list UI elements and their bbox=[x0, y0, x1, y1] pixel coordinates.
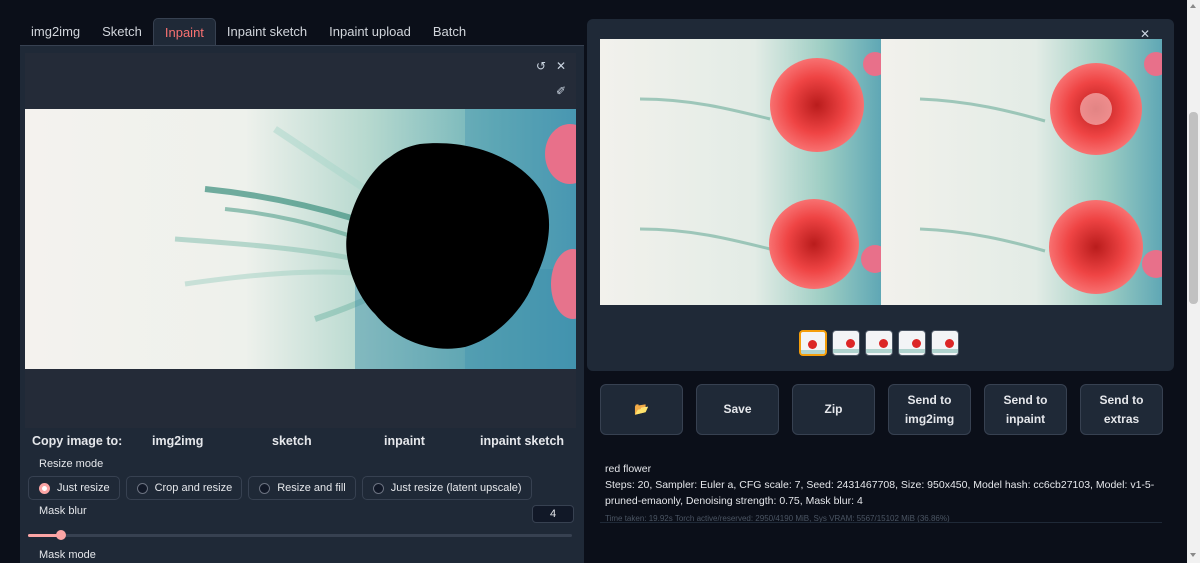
resize-mode-radio-group: Just resize Crop and resize Resize and f… bbox=[28, 476, 532, 500]
gallery-thumbnail[interactable] bbox=[931, 330, 959, 356]
thumb-splash bbox=[899, 349, 925, 353]
zip-button[interactable]: Zip bbox=[792, 384, 875, 435]
thumb-flower bbox=[808, 340, 817, 349]
resize-option-resize-and-fill[interactable]: Resize and fill bbox=[248, 476, 356, 500]
radio-label: Resize and fill bbox=[277, 482, 346, 494]
mask-blur-slider[interactable] bbox=[28, 530, 572, 540]
send-to-inpaint-button[interactable]: Send to inpaint bbox=[984, 384, 1067, 435]
thumb-flower bbox=[846, 339, 855, 348]
mask-blur-input[interactable]: 4 bbox=[532, 505, 574, 523]
resize-option-just-resize[interactable]: Just resize bbox=[28, 476, 120, 500]
params-text: Steps: 20, Sampler: Euler a, CFG scale: … bbox=[605, 479, 1155, 507]
prompt-text: red flower bbox=[605, 463, 652, 475]
gallery-thumbnail[interactable] bbox=[832, 330, 860, 356]
brush-icon[interactable]: ✐ bbox=[553, 83, 569, 99]
copy-image-label: Copy image to: bbox=[32, 434, 123, 448]
tab-inpaint-upload[interactable]: Inpaint upload bbox=[318, 18, 422, 46]
mask-blur-label: Mask blur bbox=[39, 505, 87, 517]
output-image-grid[interactable] bbox=[600, 39, 1162, 305]
gallery-thumbnail[interactable] bbox=[799, 330, 827, 356]
tab-inpaint-sketch[interactable]: Inpaint sketch bbox=[216, 18, 318, 46]
copy-to-sketch-button[interactable]: sketch bbox=[272, 434, 312, 448]
inpaint-canvas[interactable]: ↺ ✕ ✐ bbox=[25, 53, 576, 428]
gallery-thumbnail[interactable] bbox=[865, 330, 893, 356]
scroll-down-icon[interactable] bbox=[1190, 553, 1196, 557]
thumb-flower bbox=[945, 339, 954, 348]
radio-selected-icon bbox=[39, 482, 50, 494]
divider bbox=[600, 522, 1162, 523]
resize-option-crop-and-resize[interactable]: Crop and resize bbox=[125, 476, 243, 500]
scrollbar-thumb[interactable] bbox=[1189, 112, 1198, 304]
source-image-with-mask[interactable] bbox=[25, 109, 576, 369]
generation-info: red flower Steps: 20, Sampler: Euler a, … bbox=[605, 461, 1165, 527]
page-scrollbar[interactable] bbox=[1187, 0, 1200, 563]
gallery-thumbnail[interactable] bbox=[898, 330, 926, 356]
thumb-flower bbox=[912, 339, 921, 348]
radio-label: Just resize bbox=[57, 482, 110, 494]
copy-to-inpaint-sketch-button[interactable]: inpaint sketch bbox=[480, 434, 564, 448]
save-button[interactable]: Save bbox=[696, 384, 779, 435]
radio-label: Just resize (latent upscale) bbox=[390, 482, 522, 494]
send-to-extras-button[interactable]: Send to extras bbox=[1080, 384, 1163, 435]
output-actions: 📂 Save Zip Send to img2img Send to inpai… bbox=[600, 384, 1163, 435]
tab-inpaint[interactable]: Inpaint bbox=[152, 18, 216, 46]
inpaint-panel: ↺ ✕ ✐ Copy image to: img2img sketch inpa… bbox=[20, 45, 584, 563]
undo-icon[interactable]: ↺ bbox=[533, 58, 549, 74]
timing-text: Time taken: 19.92s Torch active/reserved… bbox=[605, 514, 950, 523]
copy-to-inpaint-button[interactable]: inpaint bbox=[384, 434, 425, 448]
tab-bar: img2img Sketch Inpaint Inpaint sketch In… bbox=[20, 18, 477, 46]
copy-to-img2img-button[interactable]: img2img bbox=[152, 434, 203, 448]
output-gallery: ✕ bbox=[587, 19, 1174, 371]
thumb-splash bbox=[801, 350, 825, 354]
mask-mode-label: Mask mode bbox=[39, 549, 96, 561]
tab-img2img[interactable]: img2img bbox=[20, 18, 91, 46]
radio-icon bbox=[259, 482, 271, 494]
thumb-splash bbox=[932, 349, 958, 353]
radio-icon bbox=[136, 482, 148, 494]
thumb-flower bbox=[879, 339, 888, 348]
tab-batch[interactable]: Batch bbox=[422, 18, 477, 46]
resize-mode-label: Resize mode bbox=[39, 458, 104, 470]
folder-icon: 📂 bbox=[634, 402, 649, 416]
radio-icon bbox=[372, 482, 384, 494]
resize-option-latent-upscale[interactable]: Just resize (latent upscale) bbox=[361, 476, 532, 500]
gallery-thumbnails bbox=[799, 330, 959, 356]
thumb-splash bbox=[833, 349, 859, 353]
send-to-img2img-button[interactable]: Send to img2img bbox=[888, 384, 971, 435]
open-folder-button[interactable]: 📂 bbox=[600, 384, 683, 435]
scroll-up-icon[interactable] bbox=[1190, 4, 1196, 8]
clear-icon[interactable]: ✕ bbox=[553, 58, 569, 74]
copy-image-row: Copy image to: img2img sketch inpaint in… bbox=[32, 434, 572, 454]
radio-label: Crop and resize bbox=[154, 482, 233, 494]
thumb-splash bbox=[866, 349, 892, 353]
slider-handle[interactable] bbox=[55, 530, 66, 540]
tab-sketch[interactable]: Sketch bbox=[91, 18, 153, 46]
